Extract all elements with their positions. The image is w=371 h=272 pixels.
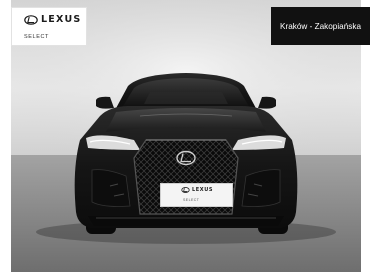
lexus-select-logo: LEXUS SELECT [11, 7, 87, 46]
brand-wordmark: LEXUS [41, 14, 82, 25]
plate-program: SELECT [183, 198, 200, 202]
dealer-location-badge: Kraków - Zakopiańska [271, 7, 370, 45]
license-plate: LEXUS SELECT [160, 183, 233, 207]
plate-lexus-emblem-icon [181, 187, 190, 193]
lexus-emblem-icon [24, 14, 38, 25]
dealer-location: Kraków - Zakopiańska [280, 21, 361, 31]
plate-brand: LEXUS [181, 187, 213, 193]
plate-wordmark: LEXUS [192, 187, 214, 193]
brand-program: SELECT [24, 34, 49, 40]
lexus-wordmark: LEXUS [24, 14, 81, 25]
